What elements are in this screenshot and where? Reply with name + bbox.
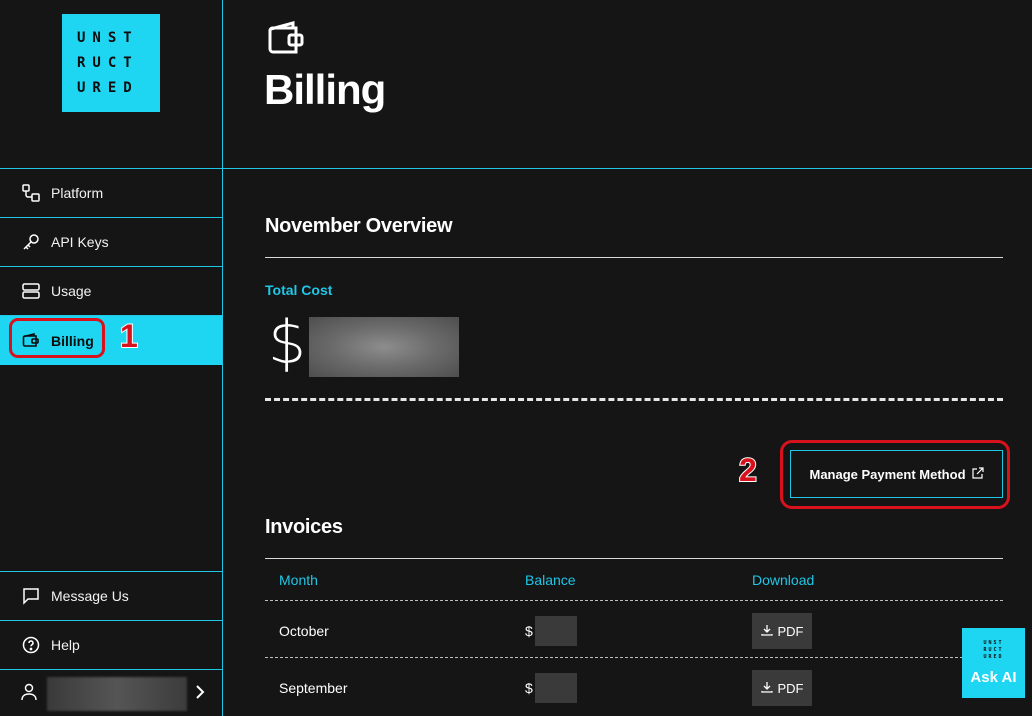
annotation-marker-1: 1: [119, 317, 139, 355]
ask-ai-label: Ask AI: [970, 669, 1017, 686]
overview-title: November Overview: [265, 215, 453, 237]
invoice-month: October: [279, 623, 329, 639]
mini-logo-line: UNST: [983, 640, 1004, 646]
download-pdf-button[interactable]: PDF: [752, 670, 812, 706]
divider: [265, 257, 1003, 258]
annotation-marker-2: 2: [738, 451, 758, 489]
download-pdf-button[interactable]: PDF: [752, 613, 812, 649]
logo-line: URED: [77, 80, 139, 96]
logo-area: UNST RUCT URED: [0, 0, 222, 169]
sidebar-item-label: Help: [51, 637, 80, 653]
invoice-currency: $: [525, 623, 533, 639]
ask-ai-button[interactable]: UNST RUCT URED Ask AI: [962, 628, 1025, 698]
balance-redacted: [535, 673, 577, 703]
chevron-right-icon[interactable]: [195, 684, 205, 704]
table-row: September $ PDF: [265, 657, 1003, 714]
column-header-download: Download: [752, 572, 815, 588]
platform-icon: [21, 183, 41, 203]
mini-logo: UNST RUCT URED: [962, 628, 1025, 661]
user-menu[interactable]: [0, 669, 222, 716]
sidebar-item-message-us[interactable]: Message Us: [0, 571, 222, 620]
pdf-label: PDF: [777, 623, 804, 639]
username-redacted: [47, 677, 187, 711]
help-icon: [21, 635, 41, 655]
mini-logo-line: RUCT: [983, 647, 1004, 653]
column-header-balance: Balance: [525, 572, 576, 588]
invoice-month: September: [279, 680, 348, 696]
table-row: October $ PDF: [265, 600, 1003, 657]
external-link-icon: [971, 466, 984, 482]
logo-line: UNST: [77, 30, 139, 46]
divider: [265, 558, 1003, 559]
logo-line: RUCT: [77, 55, 139, 71]
wallet-icon: [267, 20, 305, 61]
page-title: Billing: [264, 66, 386, 113]
sidebar-item-label: Message Us: [51, 588, 129, 604]
sidebar-bottom: Message Us Help: [0, 571, 222, 716]
invoice-currency: $: [525, 680, 533, 696]
total-cost-label: Total Cost: [265, 282, 333, 298]
button-label: Manage Payment Method: [809, 466, 966, 482]
user-icon: [21, 683, 37, 706]
unstructured-logo[interactable]: UNST RUCT URED: [62, 14, 160, 112]
total-cost-redacted: [309, 317, 459, 377]
currency-symbol: $: [268, 308, 307, 378]
sidebar-item-usage[interactable]: Usage: [0, 267, 222, 316]
page-header: Billing: [223, 0, 1032, 169]
sidebar-item-api-keys[interactable]: API Keys: [0, 218, 222, 267]
mini-logo-line: URED: [983, 654, 1004, 660]
key-icon: [21, 232, 41, 252]
manage-payment-method-button[interactable]: Manage Payment Method: [790, 450, 1003, 498]
sidebar-item-help[interactable]: Help: [0, 620, 222, 669]
sidebar-item-label: Platform: [51, 185, 104, 201]
sidebar-item-label: API Keys: [51, 234, 109, 250]
download-icon: [760, 681, 773, 696]
annotation-box-billing: [9, 318, 105, 358]
pdf-label: PDF: [777, 680, 804, 696]
balance-redacted: [535, 616, 577, 646]
chat-icon: [21, 586, 41, 606]
download-icon: [760, 624, 773, 639]
invoices-title: Invoices: [265, 516, 343, 538]
sidebar-item-label: Usage: [51, 283, 92, 299]
usage-icon: [21, 281, 41, 301]
sidebar: UNST RUCT URED Platform API Keys Usage B…: [0, 0, 223, 716]
column-header-month: Month: [279, 572, 318, 588]
sidebar-item-platform[interactable]: Platform: [0, 169, 222, 218]
dashed-divider: [265, 398, 1003, 401]
